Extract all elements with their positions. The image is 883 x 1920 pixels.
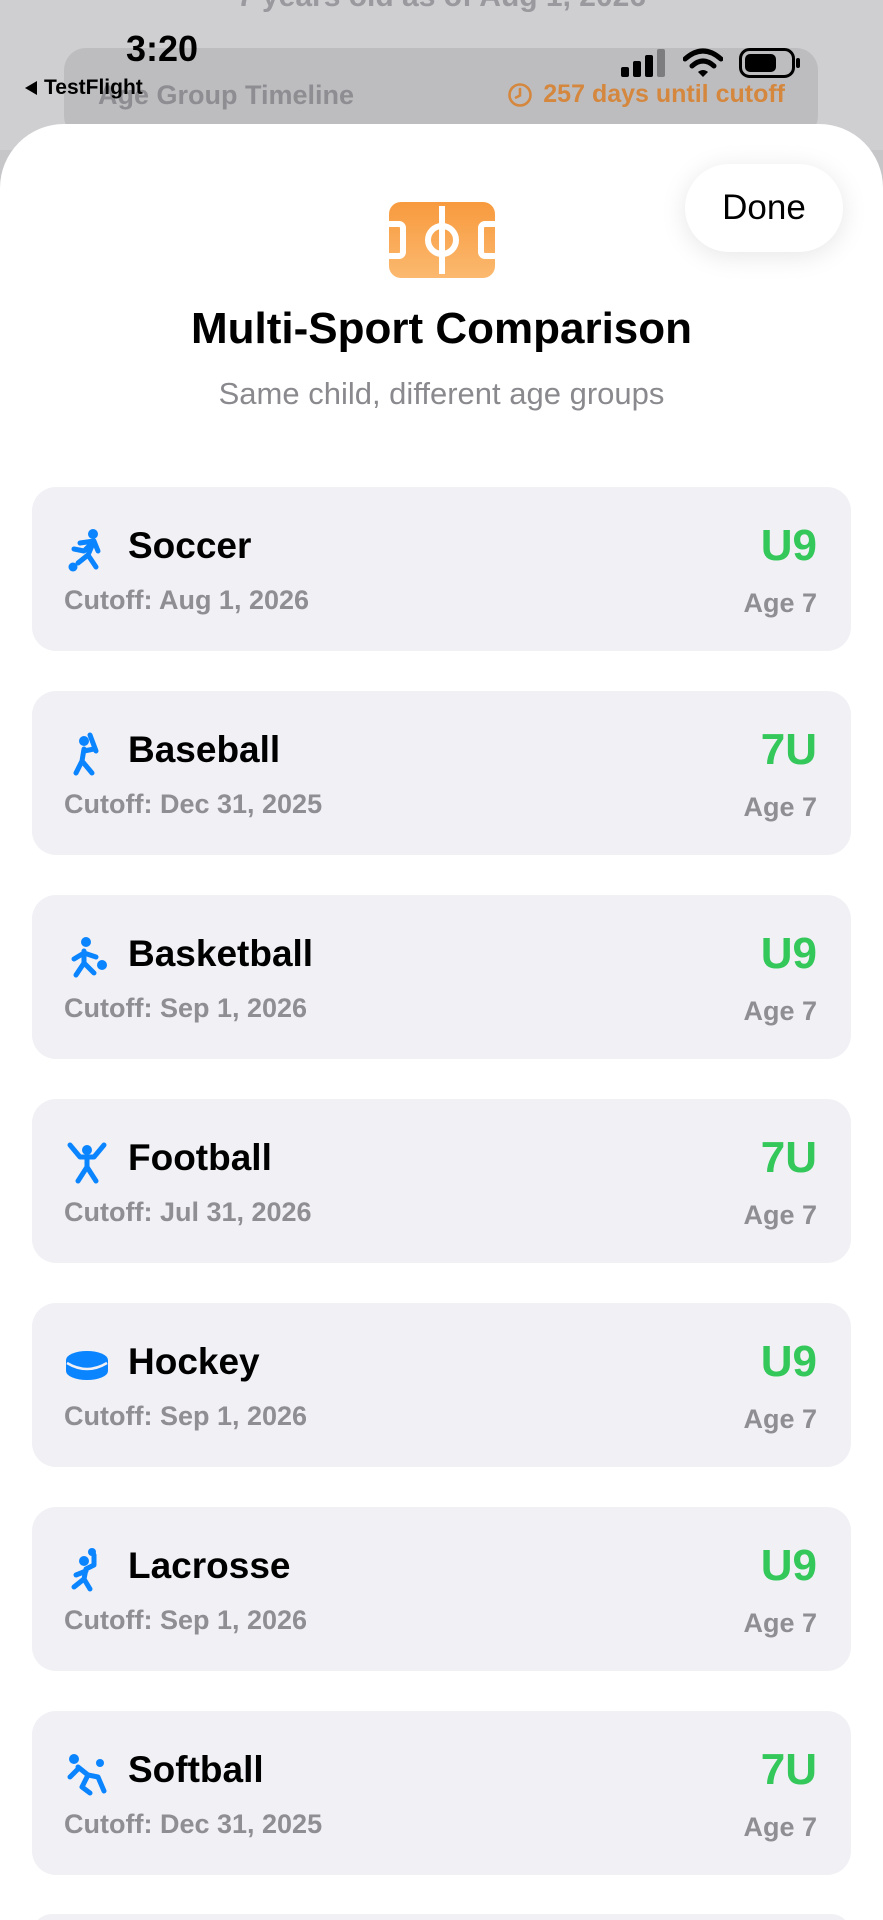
sport-card-soccer: Soccer Cutoff: Aug 1, 2026 U9 Age 7	[32, 487, 851, 651]
lacrosse-player-icon	[64, 1547, 110, 1593]
sport-cutoff: Cutoff: Aug 1, 2026	[64, 585, 310, 615]
sport-name: Football	[128, 1137, 272, 1178]
background-age-subtitle: 7 years old as of Aug 1, 2026	[0, 0, 883, 14]
sport-card-baseball: Baseball Cutoff: Dec 31, 2025 7U Age 7	[32, 691, 851, 855]
wifi-icon	[683, 48, 723, 77]
battery-icon	[739, 48, 800, 78]
screen: 7 years old as of Aug 1, 2026 Age Group …	[0, 0, 883, 1920]
sport-cutoff: Cutoff: Sep 1, 2026	[64, 1401, 308, 1431]
sport-age: Age 7	[743, 792, 817, 822]
softball-player-icon	[64, 1751, 110, 1797]
status-indicators	[621, 48, 801, 78]
sport-age: Age 7	[743, 996, 817, 1026]
sport-cutoff: Cutoff: Dec 31, 2025	[64, 789, 323, 819]
sport-cutoff: Cutoff: Sep 1, 2026	[64, 1605, 308, 1635]
sport-cutoff: Cutoff: Sep 1, 2026	[64, 993, 308, 1023]
sheet-title: Multi-Sport Comparison	[190, 304, 693, 353]
age-group-badge: 7U	[760, 1133, 817, 1182]
sport-name: Basketball	[128, 933, 314, 974]
sport-card-football: Football Cutoff: Jul 31, 2026 7U Age 7	[32, 1099, 851, 1263]
basketball-player-icon	[64, 935, 110, 981]
sport-age: Age 7	[743, 1404, 817, 1434]
baseball-player-icon	[64, 731, 110, 777]
sport-cutoff: Cutoff: Dec 31, 2025	[64, 1809, 323, 1839]
hockey-puck-icon	[64, 1343, 110, 1389]
sport-name: Hockey	[128, 1341, 260, 1382]
football-player-icon	[64, 1139, 110, 1185]
back-label: TestFlight	[44, 76, 143, 99]
sport-name: Soccer	[128, 525, 252, 566]
sport-age: Age 7	[743, 588, 817, 618]
sport-list: Soccer Cutoff: Aug 1, 2026 U9 Age 7 Base…	[32, 487, 851, 1915]
done-button[interactable]: Done	[685, 164, 843, 252]
sport-cutoff: Cutoff: Jul 31, 2026	[64, 1197, 312, 1227]
sport-card-hockey: Hockey Cutoff: Sep 1, 2026 U9 Age 7	[32, 1303, 851, 1467]
sport-name: Baseball	[128, 729, 281, 770]
clock-icon	[508, 82, 533, 107]
soccer-player-icon	[64, 527, 110, 573]
cellular-signal-icon	[621, 49, 665, 77]
sheet-subtitle: Same child, different age groups	[218, 376, 665, 411]
age-group-badge: U9	[760, 1337, 817, 1386]
status-time: 3:20	[126, 28, 199, 69]
sports-field-icon	[389, 202, 495, 278]
next-sport-card-peek	[32, 1914, 851, 1920]
age-group-badge: 7U	[760, 1745, 817, 1794]
age-group-badge: U9	[760, 929, 817, 978]
background-days-label: 257 days until cutoff	[543, 80, 785, 108]
sport-age: Age 7	[743, 1200, 817, 1230]
background-days-until-cutoff: 257 days until cutoff	[507, 80, 785, 109]
testflight-back-link[interactable]: TestFlight	[24, 76, 143, 100]
comparison-sheet: Done Multi-Sport Comparison Same child, …	[0, 124, 883, 1920]
sport-card-basketball: Basketball Cutoff: Sep 1, 2026 U9 Age 7	[32, 895, 851, 1059]
back-triangle-icon	[25, 81, 37, 95]
age-group-badge: 7U	[760, 725, 817, 774]
sport-name: Lacrosse	[128, 1545, 291, 1586]
sport-card-softball: Softball Cutoff: Dec 31, 2025 7U Age 7	[32, 1711, 851, 1875]
sport-card-lacrosse: Lacrosse Cutoff: Sep 1, 2026 U9 Age 7	[32, 1507, 851, 1671]
sport-age: Age 7	[743, 1812, 817, 1842]
sport-name: Softball	[128, 1749, 264, 1790]
age-group-badge: U9	[760, 1541, 817, 1590]
sport-age: Age 7	[743, 1608, 817, 1638]
age-group-badge: U9	[760, 521, 817, 570]
